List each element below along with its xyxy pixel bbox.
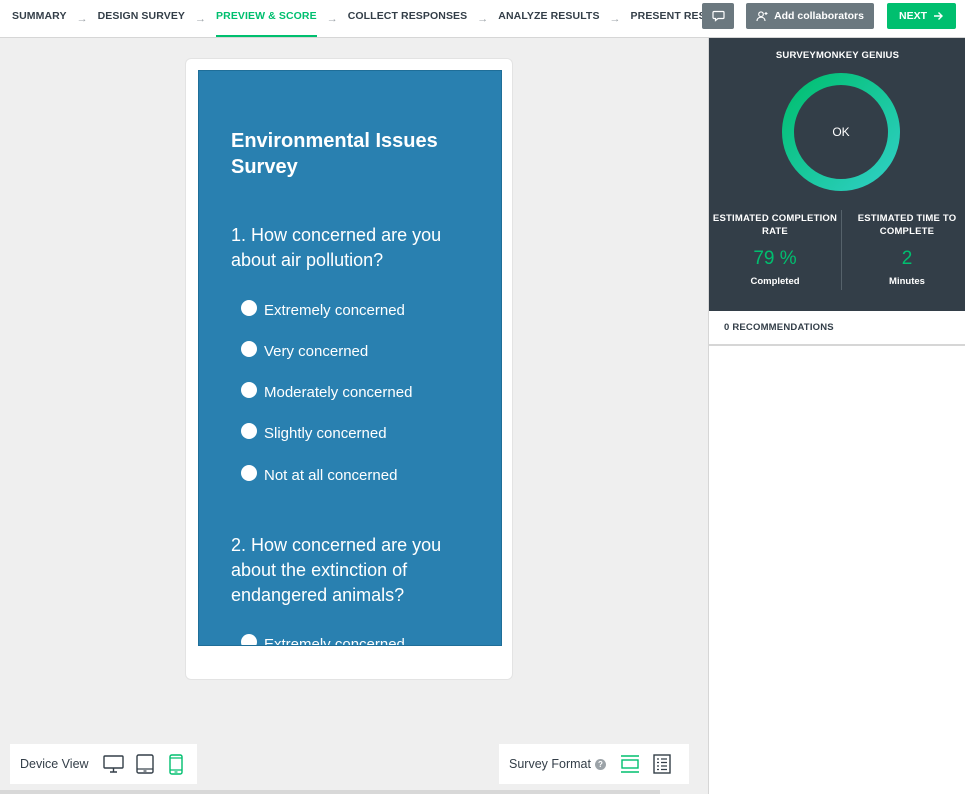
step-summary[interactable]: SUMMARY xyxy=(12,0,67,38)
step-collect-responses[interactable]: COLLECT RESPONSES xyxy=(348,0,468,38)
horizontal-scrollbar[interactable] xyxy=(0,790,660,794)
radio-button[interactable] xyxy=(241,464,257,481)
completion-rate-value: 79 % xyxy=(753,248,797,269)
one-question-at-a-time-icon xyxy=(620,755,639,773)
add-user-icon xyxy=(756,10,768,21)
genius-score-label: OK xyxy=(832,125,850,139)
q1-option-2[interactable]: Very concerned xyxy=(241,340,368,360)
step-arrow-icon: → xyxy=(609,13,621,25)
radio-button[interactable] xyxy=(241,340,257,357)
mobile-view-button[interactable] xyxy=(164,752,188,776)
completion-rate-stat: ESTIMATED COMPLETION RATE 79 % Completed xyxy=(711,212,839,287)
survey-format-label: Survey Format xyxy=(509,757,591,771)
desktop-view-button[interactable] xyxy=(102,752,126,776)
radio-button[interactable] xyxy=(241,299,257,316)
device-view-toolbar: Device View xyxy=(10,744,197,784)
step-arrow-icon: → xyxy=(76,13,88,25)
genius-title: SURVEYMONKEY GENIUS xyxy=(775,50,900,61)
q2-option-1[interactable]: Extremely concerned xyxy=(241,633,405,645)
radio-button[interactable] xyxy=(241,633,257,645)
device-view-label: Device View xyxy=(20,757,89,771)
one-question-format-button[interactable] xyxy=(618,752,642,776)
step-preview-score[interactable]: PREVIEW & SCORE xyxy=(216,0,317,38)
add-collaborators-label: Add collaborators xyxy=(774,10,864,22)
time-to-complete-value: 2 xyxy=(901,248,913,269)
next-button[interactable]: NEXT xyxy=(887,3,956,29)
desktop-icon xyxy=(103,755,124,773)
add-collaborators-button[interactable]: Add collaborators xyxy=(746,3,874,29)
classic-format-icon xyxy=(653,754,671,774)
time-to-complete-unit: Minutes xyxy=(889,276,925,287)
radio-button[interactable] xyxy=(241,422,257,439)
step-analyze-results[interactable]: ANALYZE RESULTS xyxy=(498,0,599,38)
q1-option-1[interactable]: Extremely concerned xyxy=(241,299,405,319)
recommendations-header[interactable]: 0 RECOMMENDATIONS xyxy=(709,311,965,346)
question-2-text: 2. How concerned are you about the extin… xyxy=(231,535,442,605)
genius-panel: SURVEYMONKEY GENIUS OK ESTIMATED COMPLET… xyxy=(709,38,965,311)
top-navigation-bar: SUMMARY → DESIGN SURVEY → PREVIEW & SCOR… xyxy=(0,0,965,38)
q1-option-5[interactable]: Not at all concerned xyxy=(241,464,397,484)
step-arrow-icon: → xyxy=(477,13,489,25)
classic-format-button[interactable] xyxy=(650,752,674,776)
stat-divider xyxy=(841,210,842,290)
arrow-right-icon xyxy=(934,12,943,20)
comment-icon xyxy=(711,10,725,22)
q1-option-4[interactable]: Slightly concerned xyxy=(241,422,387,442)
mobile-icon xyxy=(168,753,183,775)
step-arrow-icon: → xyxy=(195,13,207,25)
survey-title: Environmental Issues Survey xyxy=(231,130,438,178)
comments-button[interactable] xyxy=(702,3,734,29)
help-icon[interactable]: ? xyxy=(594,758,606,770)
step-nav: SUMMARY → DESIGN SURVEY → PREVIEW & SCOR… xyxy=(0,0,733,38)
step-arrow-icon: → xyxy=(326,13,338,25)
survey-preview-mobile[interactable]: Environmental Issues Survey 1. How conce… xyxy=(198,70,502,646)
tablet-icon xyxy=(135,754,154,774)
step-design-survey[interactable]: DESIGN SURVEY xyxy=(98,0,185,38)
next-label: NEXT xyxy=(898,10,927,22)
radio-button[interactable] xyxy=(241,381,257,398)
genius-sidebar: SURVEYMONKEY GENIUS OK ESTIMATED COMPLET… xyxy=(708,38,965,794)
time-to-complete-heading: ESTIMATED TIME TO COMPLETE xyxy=(857,213,957,237)
question-1-text: 1. How concerned are you about air pollu… xyxy=(231,225,442,270)
survey-format-toolbar: Survey Format ? xyxy=(499,744,689,784)
completion-rate-heading: ESTIMATED COMPLETION RATE xyxy=(712,213,838,237)
completion-rate-unit: Completed xyxy=(750,276,800,287)
q1-option-3[interactable]: Moderately concerned xyxy=(241,381,412,401)
time-to-complete-stat: ESTIMATED TIME TO COMPLETE 2 Minutes xyxy=(843,212,965,287)
tablet-view-button[interactable] xyxy=(133,752,157,776)
